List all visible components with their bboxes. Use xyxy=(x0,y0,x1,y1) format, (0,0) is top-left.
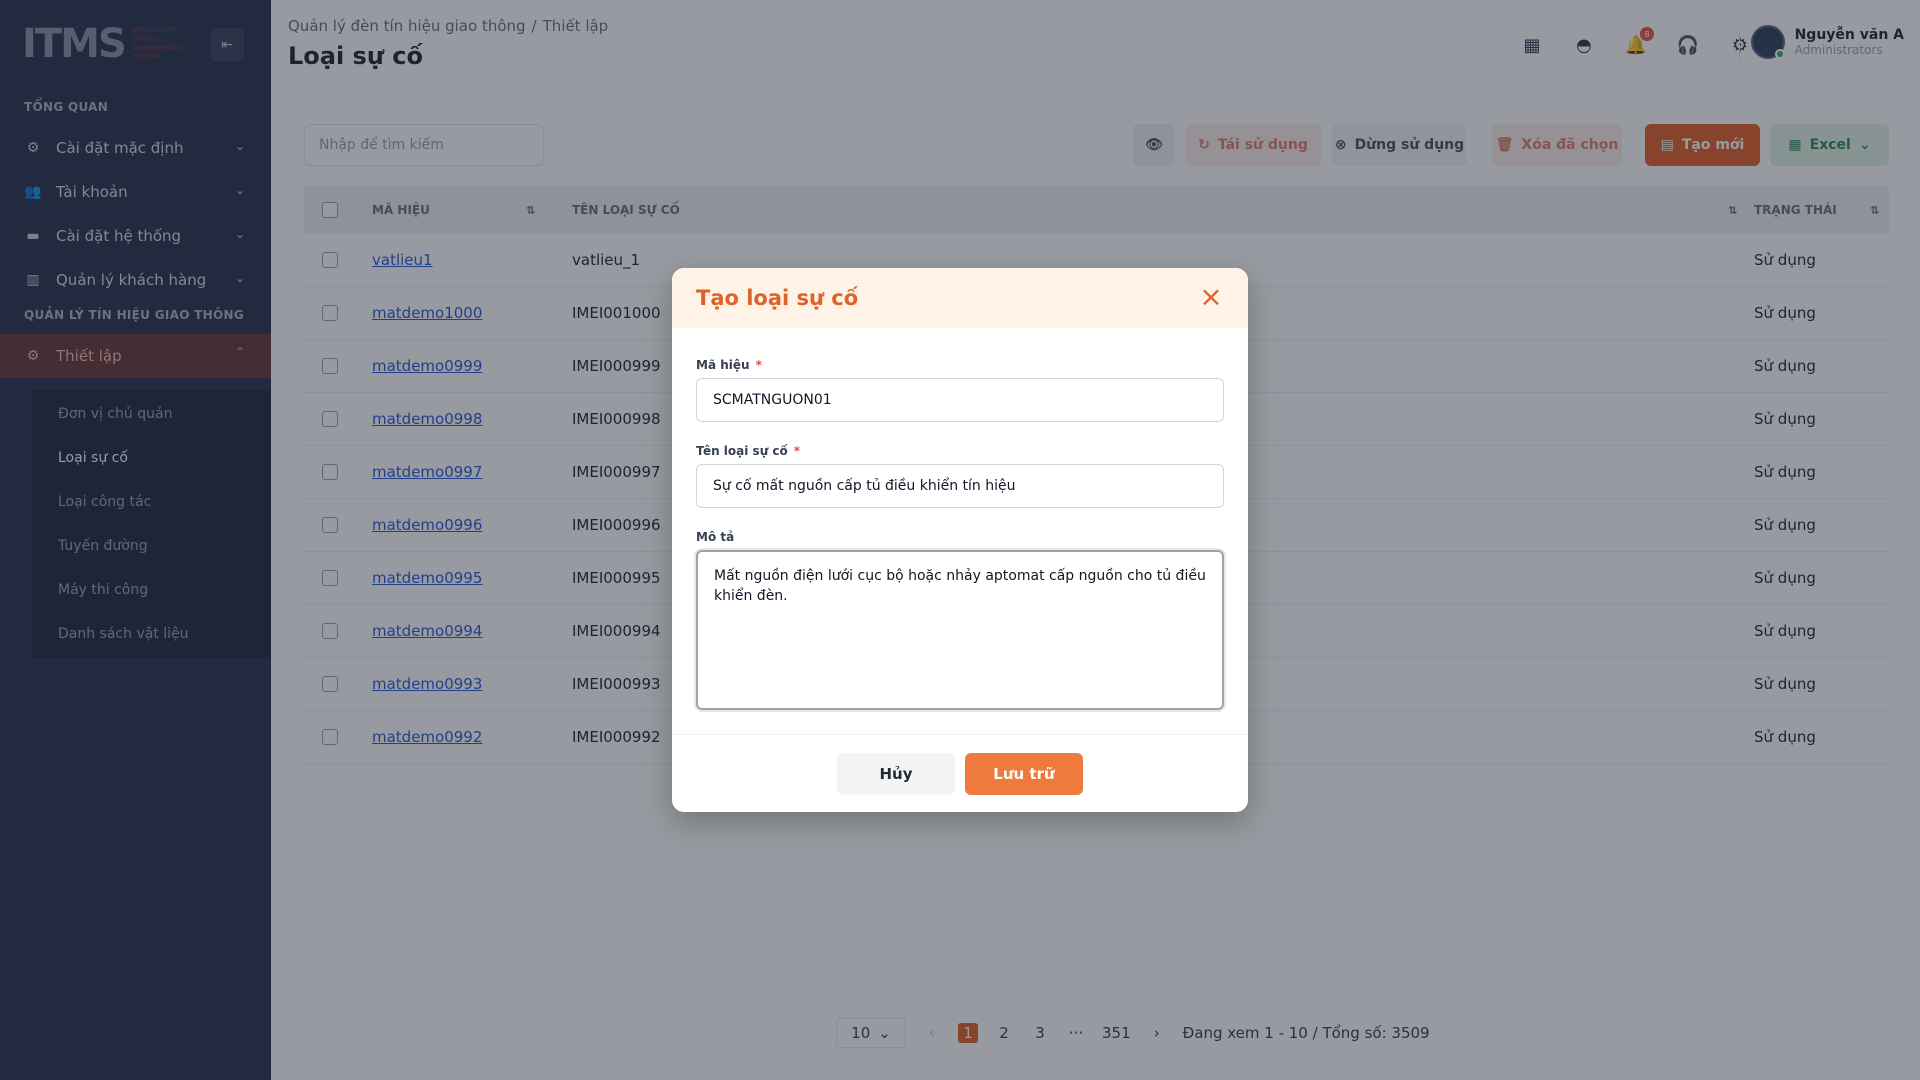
name-field[interactable]: Sự cố mất nguồn cấp tủ điều khiển tín hi… xyxy=(696,464,1224,508)
code-field[interactable]: SCMATNGUON01 xyxy=(696,378,1224,422)
close-icon[interactable]: × xyxy=(1198,283,1224,311)
required-mark: * xyxy=(755,358,762,372)
code-label-text: Mã hiệu xyxy=(696,358,750,372)
cancel-button[interactable]: Hủy xyxy=(837,753,955,795)
dialog-header: Tạo loại sự cố × xyxy=(672,268,1248,328)
name-value: Sự cố mất nguồn cấp tủ điều khiển tín hi… xyxy=(713,478,1016,494)
create-incident-type-dialog: Tạo loại sự cố × Mã hiệu * SCMATNGUON01 T… xyxy=(672,268,1248,812)
required-mark: * xyxy=(793,444,801,458)
name-label-text: Tên loại sự cố xyxy=(696,444,788,458)
code-label: Mã hiệu * xyxy=(696,358,762,372)
dialog-title: Tạo loại sự cố xyxy=(696,286,859,310)
save-button[interactable]: Lưu trữ xyxy=(965,753,1083,795)
dialog-footer: Hủy Lưu trữ xyxy=(672,734,1248,812)
description-label: Mô tả xyxy=(696,530,735,544)
code-value: SCMATNGUON01 xyxy=(713,392,832,408)
name-label: Tên loại sự cố * xyxy=(696,444,800,458)
description-textarea[interactable]: Mất nguồn điện lưới cục bộ hoặc nhảy apt… xyxy=(696,550,1224,710)
